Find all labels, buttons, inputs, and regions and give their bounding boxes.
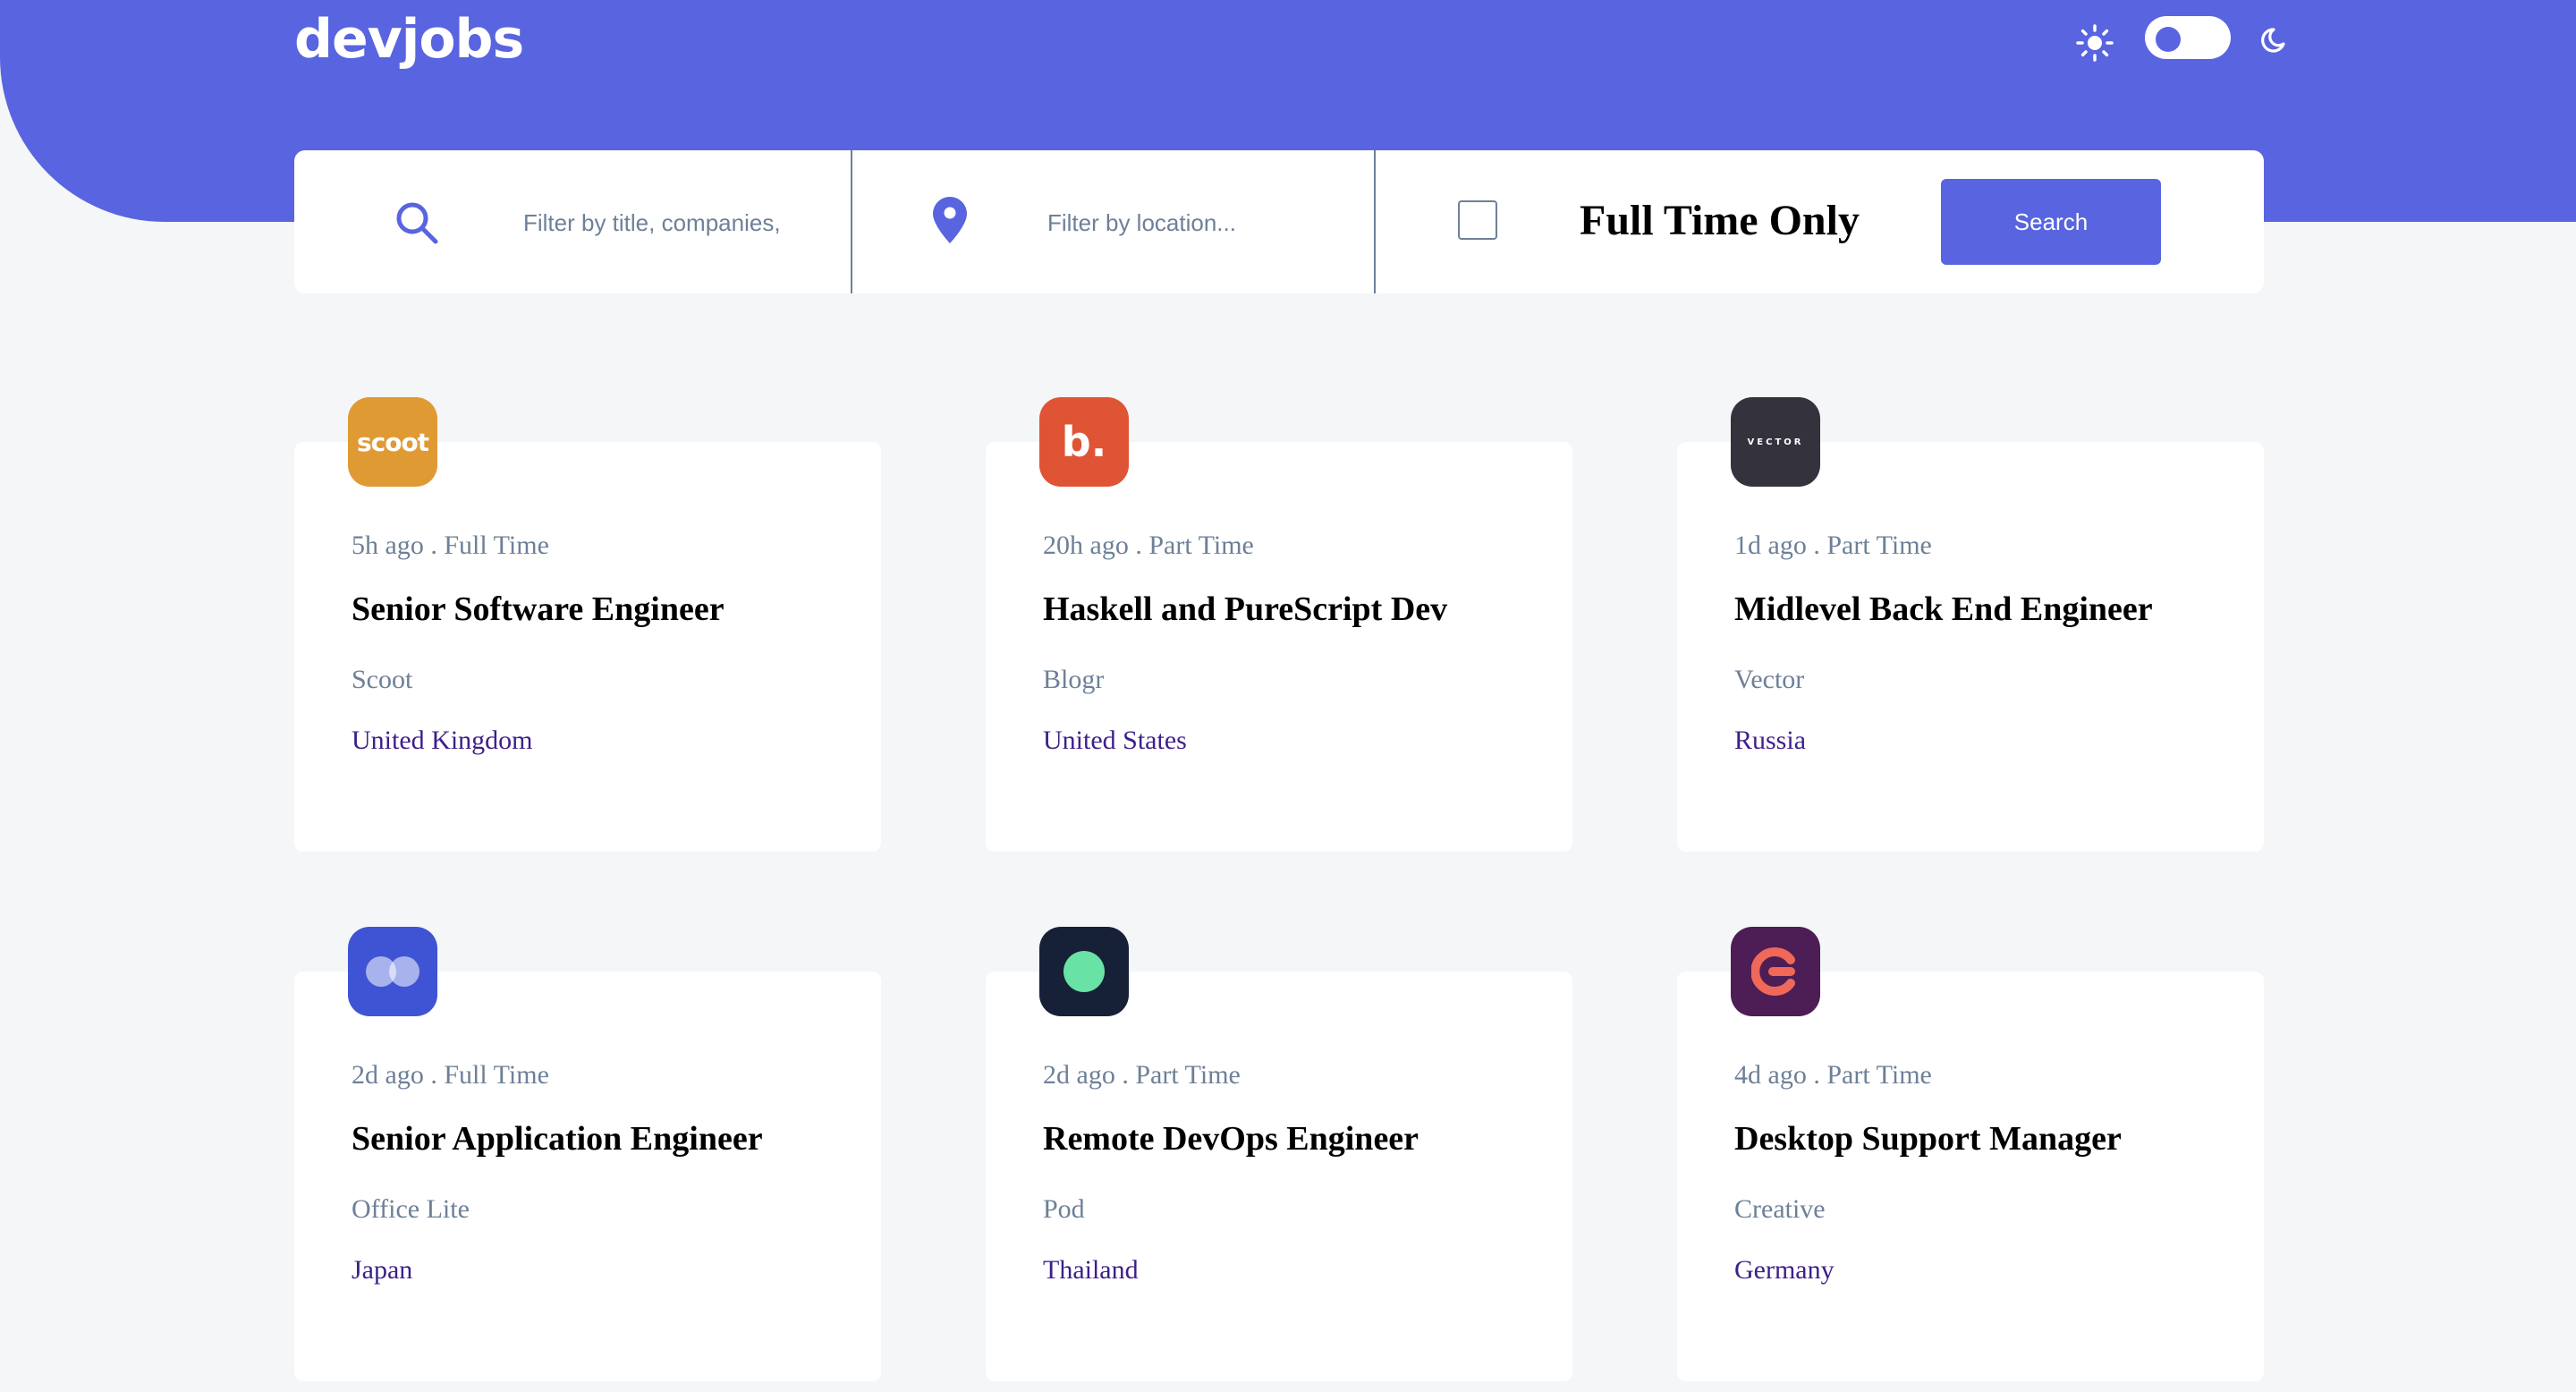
job-title[interactable]: Remote DevOps Engineer <box>1043 1116 1419 1161</box>
officelite-icon <box>366 956 419 987</box>
contract-type: Part Time <box>1826 530 1932 560</box>
sun-icon <box>2076 24 2114 62</box>
filter-bar: Full Time Only Search <box>294 150 2264 293</box>
title-search-input[interactable] <box>521 195 784 250</box>
job-location: Russia <box>1734 726 1807 755</box>
job-title[interactable]: Haskell and PureScript Dev <box>1043 587 1447 632</box>
job-card[interactable]: 4d ago . Part Time Desktop Support Manag… <box>1677 927 2264 1381</box>
creative-logo <box>1731 927 1820 1016</box>
theme-toggle[interactable] <box>2145 16 2231 59</box>
job-card[interactable]: b. 20h ago . Part Time Haskell and PureS… <box>986 397 1572 852</box>
posted-time: 2d ago <box>352 1060 424 1090</box>
job-meta: 2d ago . Full Time <box>352 1060 549 1090</box>
company-name: Scoot <box>352 665 413 694</box>
company-name: Office Lite <box>352 1194 470 1224</box>
job-title[interactable]: Midlevel Back End Engineer <box>1734 587 2153 632</box>
contract-type: Part Time <box>1148 530 1254 560</box>
job-meta: 20h ago . Part Time <box>1043 530 1254 560</box>
logo-text: b. <box>1061 418 1107 466</box>
pod-icon <box>1063 951 1105 992</box>
vector-logo: VECTOR <box>1731 397 1820 487</box>
job-title[interactable]: Desktop Support Manager <box>1734 1116 2122 1161</box>
logo-text: VECTOR <box>1747 437 1804 447</box>
job-meta: 5h ago . Full Time <box>352 530 549 560</box>
title-filter <box>294 150 852 293</box>
moon-icon <box>2261 28 2285 53</box>
job-location: United States <box>1043 726 1187 755</box>
theme-switch <box>2075 14 2285 64</box>
blogr-logo: b. <box>1039 397 1129 487</box>
job-meta: 2d ago . Part Time <box>1043 1060 1241 1090</box>
job-location: United Kingdom <box>352 726 533 755</box>
posted-time: 4d ago <box>1734 1060 1807 1090</box>
job-card[interactable]: scoot 5h ago . Full Time Senior Software… <box>294 397 881 852</box>
location-search-input[interactable] <box>1046 195 1335 250</box>
job-location: Thailand <box>1043 1255 1139 1285</box>
job-location: Germany <box>1734 1255 1835 1285</box>
job-location: Japan <box>352 1255 413 1285</box>
posted-time: 2d ago <box>1043 1060 1115 1090</box>
scoot-logo: scoot <box>348 397 437 487</box>
devjobs-logo[interactable]: devjobs <box>294 4 524 75</box>
full-time-label: Full Time Only <box>1580 197 1860 244</box>
logo-text: scoot <box>356 427 429 457</box>
company-name: Creative <box>1734 1194 1826 1224</box>
contract-type: Full Time <box>444 530 549 560</box>
company-name: Blogr <box>1043 665 1105 694</box>
job-card[interactable]: VECTOR 1d ago . Part Time Midlevel Back … <box>1677 397 2264 852</box>
officelite-logo <box>348 927 437 1016</box>
job-meta: 4d ago . Part Time <box>1734 1060 1932 1090</box>
contract-type: Full Time <box>444 1060 549 1090</box>
job-title[interactable]: Senior Application Engineer <box>352 1116 763 1161</box>
job-card[interactable]: 2d ago . Part Time Remote DevOps Enginee… <box>986 927 1572 1381</box>
location-pin-icon <box>933 197 967 243</box>
company-name: Pod <box>1043 1194 1085 1224</box>
toggle-knob <box>2156 27 2181 52</box>
company-name: Vector <box>1734 665 1805 694</box>
search-icon <box>396 202 438 244</box>
location-filter <box>852 150 1376 293</box>
posted-time: 5h ago <box>352 530 424 560</box>
options-filter: Full Time Only Search <box>1376 150 2264 293</box>
contract-type: Part Time <box>1135 1060 1241 1090</box>
posted-time: 1d ago <box>1734 530 1807 560</box>
creative-icon <box>1751 947 1795 996</box>
job-title[interactable]: Senior Software Engineer <box>352 587 724 632</box>
full-time-checkbox[interactable] <box>1458 200 1497 240</box>
posted-time: 20h ago <box>1043 530 1129 560</box>
search-button[interactable]: Search <box>1941 179 2161 265</box>
pod-logo <box>1039 927 1129 1016</box>
job-meta: 1d ago . Part Time <box>1734 530 1932 560</box>
contract-type: Part Time <box>1826 1060 1932 1090</box>
job-card[interactable]: 2d ago . Full Time Senior Application En… <box>294 927 881 1381</box>
